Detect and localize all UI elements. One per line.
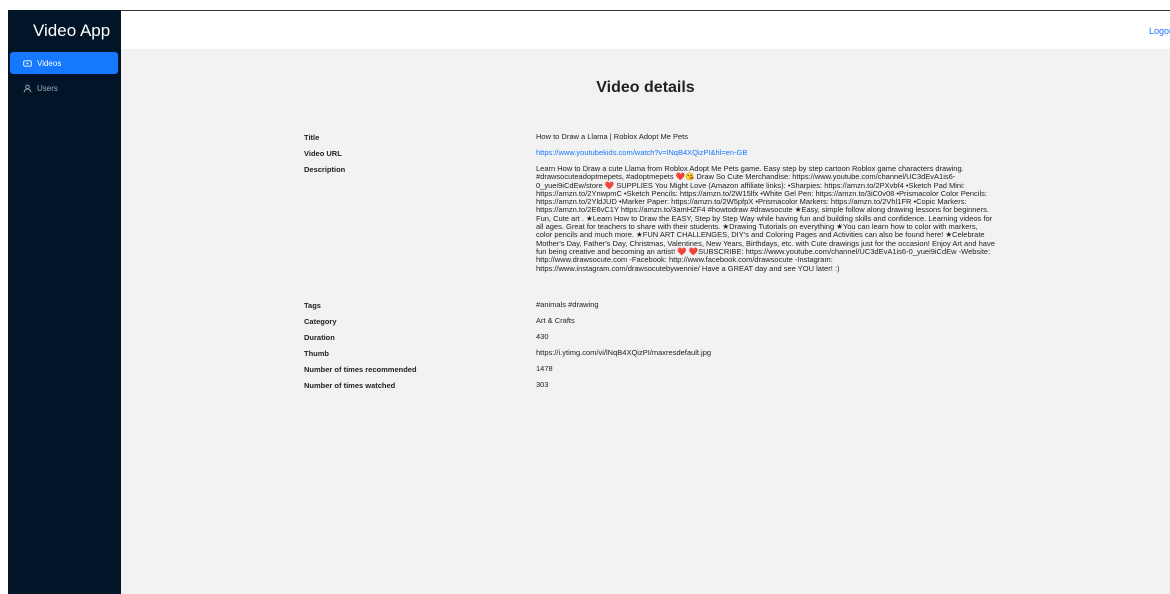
detail-label: Number of times recommended [304, 365, 417, 374]
detail-row-watched: Number of times watched 303 [304, 380, 996, 390]
detail-row-recommended: Number of times recommended 1478 [304, 364, 996, 374]
video-url-link[interactable]: https://www.youtubekids.com/watch?v=lNqB… [536, 148, 996, 158]
sidebar-item-label: Users [37, 83, 58, 93]
detail-label: Number of times watched [304, 381, 396, 390]
sidebar: Video App Videos Users [8, 10, 121, 594]
detail-label: Category [304, 317, 337, 326]
top-header: Logou [121, 10, 1170, 49]
detail-label: Video URL [304, 149, 342, 158]
detail-row-url: Video URL https://www.youtubekids.com/wa… [304, 148, 996, 158]
sidebar-item-videos[interactable]: Videos [10, 52, 118, 74]
detail-value-category: Art & Crafts [536, 316, 575, 325]
detail-value-duration: 430 [536, 332, 549, 341]
detail-value-recommended: 1478 [536, 364, 553, 373]
sidebar-item-users[interactable]: Users [10, 77, 118, 99]
detail-row-category: Category Art & Crafts [304, 316, 996, 326]
user-icon [22, 83, 32, 93]
detail-row-title: Title How to Draw a Llama | Roblox Adopt… [304, 132, 996, 142]
detail-value-title: How to Draw a Llama | Roblox Adopt Me Pe… [536, 132, 689, 141]
detail-value-thumb: https://i.ytimg.com/vi/lNqB4XQizPI/maxre… [536, 348, 712, 357]
logout-link[interactable]: Logou [1149, 26, 1170, 36]
app-window: Video App Videos Users Logou Video detai… [0, 0, 1170, 594]
detail-row-thumb: Thumb https://i.ytimg.com/vi/lNqB4XQizPI… [304, 348, 996, 358]
detail-value-watched: 303 [536, 380, 549, 389]
detail-value-description: Learn How to Draw a cute Llama from Robl… [536, 164, 995, 273]
detail-label: Description [304, 165, 346, 174]
video-icon [22, 58, 32, 68]
detail-row-description: Description Learn How to Draw a cute Lla… [304, 164, 996, 273]
detail-label: Title [304, 133, 320, 142]
detail-label: Duration [304, 333, 335, 342]
detail-label: Thumb [304, 349, 329, 358]
sidebar-item-label: Videos [37, 58, 62, 68]
detail-row-duration: Duration 430 [304, 332, 996, 342]
app-brand: Video App [33, 21, 111, 40]
detail-label: Tags [304, 301, 321, 310]
page-title: Video details [596, 79, 695, 96]
main-content: Video details Title How to Draw a Llama … [121, 49, 1170, 594]
detail-value-tags: #animals #drawing [536, 300, 599, 309]
detail-row-tags: Tags #animals #drawing [304, 300, 996, 310]
